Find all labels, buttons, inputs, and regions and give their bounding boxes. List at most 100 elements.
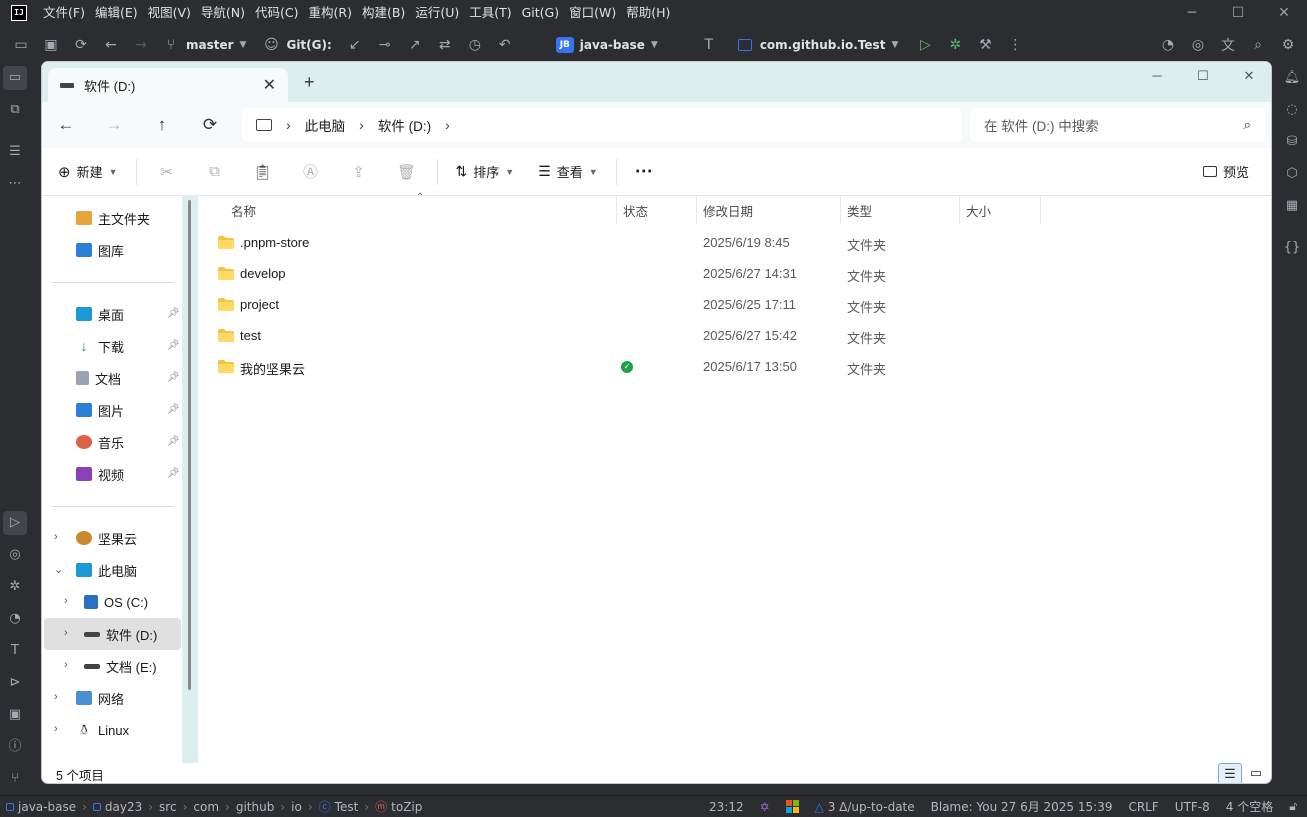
menu-file[interactable]: 文件(F) xyxy=(38,0,90,26)
more-options-icon[interactable]: ⋯ xyxy=(623,161,665,182)
close-tab-icon[interactable]: ✕ xyxy=(263,75,276,95)
explorer-tab[interactable]: 软件 (D:) ✕ xyxy=(48,68,288,102)
view-button[interactable]: ☰ 查看 ▼ xyxy=(526,162,610,181)
history-icon[interactable]: ◷ xyxy=(460,26,490,64)
crumb-method[interactable]: toZip xyxy=(391,800,422,814)
maven-icon[interactable]: ▦ xyxy=(1277,194,1307,218)
column-header-name[interactable]: 名称 xyxy=(231,200,256,224)
run-tool-icon[interactable]: ▷ xyxy=(3,511,27,535)
menu-help[interactable]: 帮助(H) xyxy=(621,0,675,26)
line-separator[interactable]: CRLF xyxy=(1128,800,1158,814)
menu-navigate[interactable]: 导航(N) xyxy=(196,0,250,26)
new-button[interactable]: ⊕ 新建 ▼ xyxy=(42,162,130,181)
settings-gear-icon[interactable]: ⚙ xyxy=(1273,26,1303,64)
details-view-icon[interactable]: ☰ xyxy=(1218,763,1242,783)
nav-scrollbar[interactable] xyxy=(182,196,198,763)
crumb-github[interactable]: github xyxy=(236,800,274,814)
pin-icon[interactable]: 📌︎ xyxy=(167,468,180,479)
run-config-selector[interactable]: com.github.io.Test xyxy=(760,38,886,52)
scrollbar-thumb[interactable] xyxy=(188,200,191,690)
plugin-star-icon[interactable]: ✡ xyxy=(760,800,770,814)
column-header-modified[interactable]: 修改日期 xyxy=(703,200,753,224)
expand-chevron-icon[interactable]: › xyxy=(64,659,68,671)
pin-icon[interactable]: 📌︎ xyxy=(167,308,180,319)
git-update-icon[interactable]: ↙ xyxy=(340,26,370,64)
nav-item-pictures[interactable]: 图片 xyxy=(76,395,124,425)
nav-item-downloads[interactable]: ↓ 下载 xyxy=(76,331,125,361)
debug-tool-icon[interactable]: ✲ xyxy=(0,575,30,599)
expand-chevron-icon[interactable]: › xyxy=(64,595,68,607)
git-commit-icon[interactable]: ⊸ xyxy=(370,26,400,64)
chevron-right-icon[interactable]: › xyxy=(445,117,450,133)
rename-icon[interactable]: Ⓐ xyxy=(287,161,335,182)
vcs-status[interactable]: △ 3 Δ/up-to-date xyxy=(815,800,915,814)
ai-assistant-icon[interactable]: ◎ xyxy=(1183,26,1213,64)
column-divider[interactable] xyxy=(1040,196,1041,224)
intellij-logo-icon[interactable]: IJ xyxy=(11,5,27,21)
user-icon[interactable]: ☺ xyxy=(256,26,286,64)
table-row[interactable]: .pnpm-store 2025/6/19 8:45 文件夹 xyxy=(216,228,896,258)
breadcrumb-this-pc[interactable]: 此电脑 xyxy=(305,115,346,135)
nav-item-this-pc[interactable]: 此电脑 xyxy=(76,555,137,585)
notifications-icon[interactable]: 🔔︎ xyxy=(1277,66,1307,90)
pin-icon[interactable]: 📌︎ xyxy=(167,340,180,351)
menu-run[interactable]: 运行(U) xyxy=(410,0,464,26)
crumb-project[interactable]: java-base xyxy=(18,800,76,814)
gradle-icon[interactable]: ⬡ xyxy=(1277,162,1307,186)
nav-item-desktop[interactable]: 桌面 xyxy=(76,299,124,329)
crumb-class[interactable]: Test xyxy=(335,800,359,814)
crumb-module[interactable]: day23 xyxy=(105,800,142,814)
column-header-type[interactable]: 类型 xyxy=(847,200,872,224)
git-merge-icon[interactable]: ⇄ xyxy=(430,26,460,64)
endpoints-icon[interactable]: ⊳ xyxy=(0,671,30,695)
up-arrow-icon[interactable]: ↑ xyxy=(138,115,186,135)
crumb-src[interactable]: src xyxy=(159,800,177,814)
nav-item-drive-e[interactable]: 文档 (E:) xyxy=(84,651,157,681)
expand-chevron-icon[interactable]: › xyxy=(54,691,58,703)
problems-icon[interactable]: ⓘ xyxy=(0,735,30,759)
share-icon[interactable]: ⇪ xyxy=(335,163,383,181)
back-icon[interactable]: ← xyxy=(96,26,126,64)
crumb-io[interactable]: io xyxy=(291,800,302,814)
open-folder-icon[interactable]: ▭ xyxy=(6,26,36,64)
profiler-icon[interactable]: ◔ xyxy=(0,607,30,631)
menu-window[interactable]: 窗口(W) xyxy=(564,0,621,26)
file-encoding[interactable]: UTF-8 xyxy=(1175,800,1210,814)
expand-chevron-icon[interactable]: › xyxy=(54,723,58,735)
blame-info[interactable]: Blame: You 27 6月 2025 15:39 xyxy=(931,798,1113,815)
column-divider[interactable] xyxy=(616,196,617,224)
explorer-maximize-icon[interactable]: ☐ xyxy=(1180,62,1226,90)
table-row[interactable]: project 2025/6/25 17:11 文件夹 xyxy=(216,290,896,320)
translate-icon[interactable]: 文 xyxy=(1213,26,1243,64)
nav-item-linux[interactable]: 🐧︎ Linux xyxy=(76,715,129,745)
breadcrumb-drive-d[interactable]: 软件 (D:) xyxy=(378,115,431,135)
search-box[interactable]: 在 软件 (D:) 中搜索 ⌕ xyxy=(970,108,1265,142)
copy-icon[interactable]: ⧉ xyxy=(191,163,239,180)
git-tool-icon[interactable]: ⑂ xyxy=(0,767,30,791)
table-row[interactable]: develop 2025/6/27 14:31 文件夹 xyxy=(216,259,896,289)
table-row[interactable]: 我的坚果云 ✓ 2025/6/17 13:50 文件夹 xyxy=(216,352,896,382)
nav-item-drive-d[interactable]: 软件 (D:) xyxy=(84,619,157,649)
nav-item-home[interactable]: 主文件夹 xyxy=(76,203,150,233)
build-tool-strip-icon[interactable]: T xyxy=(0,639,30,663)
ide-minimize-icon[interactable]: ─ xyxy=(1169,0,1215,26)
address-bar[interactable]: › 此电脑 › 软件 (D:) › xyxy=(242,108,962,142)
project-view-icon[interactable]: ▭ xyxy=(3,66,27,90)
column-divider[interactable] xyxy=(959,196,960,224)
forward-icon[interactable]: → xyxy=(126,26,156,64)
branch-icon[interactable]: ⑂ xyxy=(156,26,186,64)
sync-icon[interactable]: ⟳ xyxy=(66,26,96,64)
ai-chat-icon[interactable]: ◌ xyxy=(1277,98,1307,122)
explorer-close-icon[interactable]: ✕ xyxy=(1226,62,1271,90)
column-header-status[interactable]: 状态 xyxy=(623,200,648,224)
pin-icon[interactable]: 📌︎ xyxy=(167,436,180,447)
menu-git[interactable]: Git(G) xyxy=(517,0,565,26)
menu-build[interactable]: 构建(B) xyxy=(357,0,410,26)
refresh-icon[interactable]: ⟳ xyxy=(186,115,234,135)
json-tool-icon[interactable]: {} xyxy=(1277,236,1307,260)
column-divider[interactable] xyxy=(840,196,841,224)
branch-selector[interactable]: master xyxy=(186,38,234,52)
build-hammer-icon[interactable]: ⚒ xyxy=(970,26,1000,64)
search-icon[interactable]: ⌕ xyxy=(1243,117,1251,133)
pin-icon[interactable]: 📌︎ xyxy=(167,372,180,383)
